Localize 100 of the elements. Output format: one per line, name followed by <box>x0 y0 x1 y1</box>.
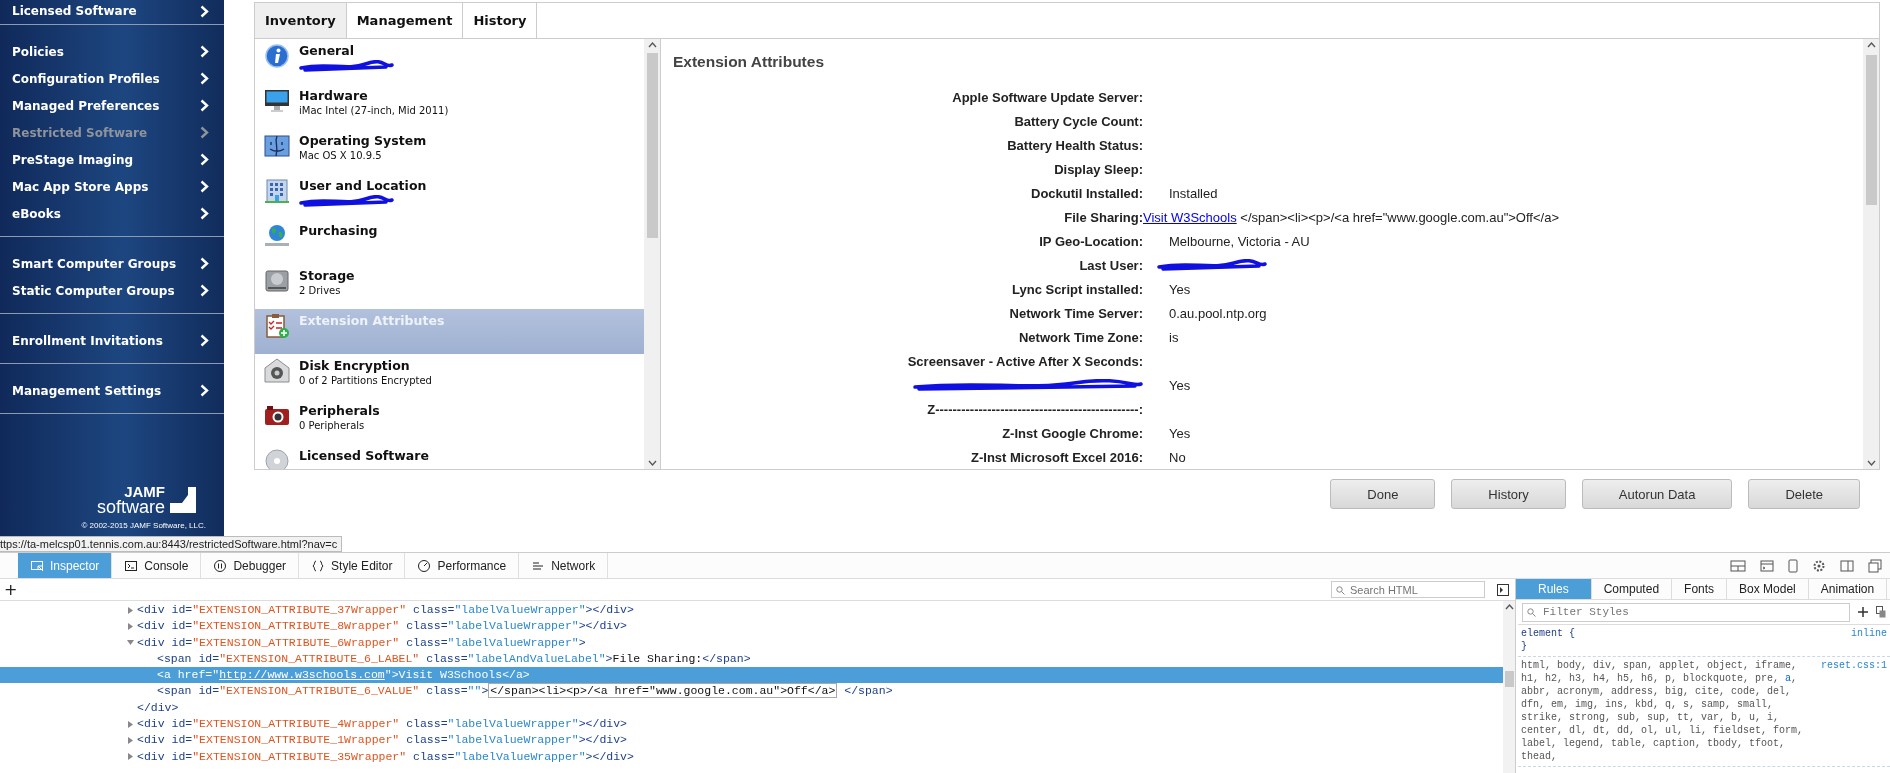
html-node-row[interactable]: <div id="EXTENSION_ATTRIBUTE_37Wrapper" class="labelValueWrapper"></div> <box>0 602 1503 619</box>
html-node-line[interactable]: <div id="EXTENSION_ATTRIBUTE_37Wrapper" class="labelValueWrapper"></div> <box>137 602 634 619</box>
html-node-line[interactable]: <div id="EXTENSION_ATTRIBUTE_1Wrapper" class="labelValueWrapper"></div> <box>137 732 627 749</box>
inventory-item[interactable]: Peripherals 0 Peripherals <box>255 399 644 444</box>
item-subtitle: Mac OS X 10.9.5 <box>299 150 383 161</box>
item-title: Operating System <box>299 133 427 148</box>
sidebar-item[interactable]: Configuration Profiles <box>0 65 224 92</box>
sidebar-tab[interactable]: Fonts <box>1672 579 1728 599</box>
attribute-value: Yes <box>1169 281 1191 297</box>
item-title: Disk Encryption <box>299 358 411 373</box>
item-title: Extension Attributes <box>299 313 445 328</box>
filter-field[interactable]: Filter Styles <box>1522 602 1850 622</box>
attribute-label: Screensaver - Active After X Seconds: <box>907 353 1143 369</box>
rule-closing-brace: } <box>1521 640 1528 653</box>
action-button[interactable]: Autorun Data <box>1581 479 1733 509</box>
devtools-tab[interactable]: Debugger <box>201 553 300 578</box>
sidebar-item[interactable]: Management Settings <box>0 377 224 404</box>
attribute-value: Yes <box>1169 377 1191 393</box>
html-node-line[interactable]: <div id="EXTENSION_ATTRIBUTE_6Wrapper" class="labelValueWrapper"> <box>137 634 586 651</box>
attribute-label: Network Time Zone: <box>1019 329 1143 345</box>
rule-source-link[interactable]: inline <box>1851 627 1887 640</box>
item-title: User and Location <box>299 178 427 193</box>
attribute-value: Melbourne, Victoria - AU <box>1169 233 1310 249</box>
item-subtitle: 0 Peripherals <box>299 420 366 431</box>
attribute-label: Battery Health Status: <box>1007 137 1143 153</box>
item-subtitle: iMac Intel (27-inch, Mid 2011) <box>299 105 449 116</box>
sidebar-tab[interactable]: Box Model <box>1727 579 1809 599</box>
attribute-label: Z-----------------------------------------------: <box>927 401 1143 417</box>
attribute-label: Z-Inst Microsoft Excel 2016: <box>971 449 1143 465</box>
action-button[interactable]: Delete <box>1748 479 1860 509</box>
devtools-tab[interactable]: Performance <box>405 553 520 578</box>
sidebar-item[interactable]: Static Computer Groups <box>0 277 224 304</box>
html-node-row[interactable]: <div id="EXTENSION_ATTRIBUTE_6Wrapper" class="labelValueWrapper"> <box>0 634 1503 651</box>
sidebar-item[interactable]: Licensed Software <box>0 0 224 22</box>
sidebar-item[interactable]: Smart Computer Groups <box>0 250 224 277</box>
attribute-value: is <box>1169 329 1179 345</box>
attribute-label: Battery Cycle Count: <box>1014 113 1143 129</box>
item-title: Peripherals <box>299 403 380 418</box>
attribute-value: No <box>1169 449 1186 465</box>
rule-source-link[interactable]: reset.css:1 <box>1821 659 1887 672</box>
item-title: Storage <box>299 268 355 283</box>
item-title: Purchasing <box>299 223 378 238</box>
inventory-item[interactable]: Hardware iMac Intel (27-inch, Mid 2011) <box>255 84 644 129</box>
css-selector: html, body, div, span, applet, object, iframe, h1, h2, h3, h4, h5, h6, p, blockquote, pre, a, abbr, acronym, address, big, cite, code, del, dfn, em, img, ins, kbd, q, s, samp, small, strike, strong, sub, sup, tt, var, b, u, i, center, dl, dt, dd, ol, ul, li, fieldset, form, label, legend, table, caption, tbody, tfoot, thead, <box>1521 660 1804 762</box>
sidebar-tab[interactable]: Computed <box>1591 579 1673 599</box>
html-node-line[interactable]: <div id="EXTENSION_ATTRIBUTE_35Wrapper" class="labelValueWrapper"></div> <box>137 748 634 765</box>
status-url: ttps://ta-melcsp01.tennis.com.au:8443/restrictedSoftware.html?nav=c <box>0 536 343 552</box>
inventory-item[interactable]: User and Location <box>255 174 644 219</box>
sidebar-tab[interactable]: Animation <box>1808 579 1888 599</box>
inventory-item[interactable]: Disk Encryption 0 of 2 Partitions Encrypted <box>255 354 644 399</box>
inventory-item[interactable]: Purchasing <box>255 219 644 264</box>
logo-wordmark: software <box>96 499 165 515</box>
html-node-row[interactable]: <span id="EXTENSION_ATTRIBUTE_6_VALUE" class=""> </span><li><p>/<a href="www.google.com.au">Off</a> </span> <box>0 683 1503 700</box>
html-node-line[interactable]: </div> <box>137 699 179 717</box>
devtools-tab[interactable]: Console <box>112 553 202 578</box>
devtools-tab[interactable]: Network <box>519 553 609 578</box>
attribute-label: Apple Software Update Server: <box>952 89 1143 105</box>
search-field[interactable]: Search HTML <box>1331 581 1485 598</box>
html-node-line[interactable]: <div id="EXTENSION_ATTRIBUTE_8Wrapper" class="labelValueWrapper"></div> <box>137 618 627 635</box>
html-node-row[interactable]: <div id="EXTENSION_ATTRIBUTE_4Wrapper" class="labelValueWrapper"></div> <box>0 716 1503 733</box>
sidebar-item[interactable]: PreStage Imaging <box>0 146 224 173</box>
sidebar-item[interactable]: Enrollment Invitations <box>0 327 224 354</box>
attribute-label: Last User: <box>1079 257 1143 273</box>
item-title: General <box>299 43 355 58</box>
sidebar-item[interactable]: Managed Preferences <box>0 92 224 119</box>
item-subtitle: 0 of 2 Partitions Encrypted <box>299 375 432 386</box>
sidebar-item[interactable]: Policies <box>0 38 224 65</box>
copyright-text: © 2002-2015 JAMF Software, LLC. <box>81 521 206 530</box>
attribute-value: Yes <box>1169 425 1191 441</box>
devtools-tab[interactable]: Style Editor <box>299 553 406 578</box>
add-node-button[interactable]: + <box>2 580 20 599</box>
html-node-row[interactable]: <div id="EXTENSION_ATTRIBUTE_8Wrapper" class="labelValueWrapper"></div> <box>0 618 1503 635</box>
action-button[interactable]: History <box>1451 479 1566 509</box>
sidebar-item[interactable]: eBooks <box>0 200 224 227</box>
item-title: Hardware <box>299 88 369 103</box>
inventory-item[interactable]: Operating System Mac OS X 10.9.5 <box>255 129 644 174</box>
section-heading: Extension Attributes <box>673 53 825 71</box>
item-title: Licensed Software <box>299 448 429 463</box>
html-node-line[interactable]: <span id="EXTENSION_ATTRIBUTE_6_LABEL" class="labelAndValueLabel">File Sharing:</span> <box>157 650 751 668</box>
inventory-item[interactable]: Licensed Software <box>255 444 644 469</box>
sidebar-item[interactable]: Mac App Store Apps <box>0 173 224 200</box>
html-node-row[interactable]: <div id="EXTENSION_ATTRIBUTE_35Wrapper" class="labelValueWrapper"></div> <box>0 748 1503 765</box>
attribute-value: 0.au.pool.ntp.org <box>1169 305 1267 321</box>
attribute-label: Dockutil Installed: <box>1031 185 1143 201</box>
inventory-item[interactable]: General <box>255 39 644 84</box>
attribute-label: Network Time Server: <box>1009 305 1143 321</box>
html-node-row[interactable]: <div id="EXTENSION_ATTRIBUTE_1Wrapper" class="labelValueWrapper"></div> <box>0 732 1503 749</box>
tab[interactable]: Inventory <box>255 3 347 38</box>
action-button[interactable]: Done <box>1330 479 1436 509</box>
html-node-row[interactable]: <span id="EXTENSION_ATTRIBUTE_6_LABEL" class="labelAndValueLabel">File Sharing:</span> <box>0 650 1503 668</box>
attribute-label: Z-Inst Google Chrome: <box>1002 425 1143 441</box>
link[interactable]: Visit W3Schools <box>1143 209 1237 225</box>
attribute-label: Lync Script installed: <box>1012 281 1143 297</box>
html-node-line[interactable]: <span id="EXTENSION_ATTRIBUTE_6_VALUE" class=""> </span><li><p>/<a href="www.google.com.au">Off</a> </span> <box>157 683 893 700</box>
inventory-item[interactable]: Storage 2 Drives <box>255 264 644 309</box>
html-node-line[interactable]: <div id="EXTENSION_ATTRIBUTE_4Wrapper" class="labelValueWrapper"></div> <box>137 716 627 733</box>
css-selector: element { <box>1521 628 1575 639</box>
attribute-value: </span><li><p>/<a href="www.google.com.au">Off</a> <box>1240 209 1559 225</box>
attribute-label: Display Sleep: <box>1054 161 1143 177</box>
item-subtitle: 2 Drives <box>299 285 342 296</box>
